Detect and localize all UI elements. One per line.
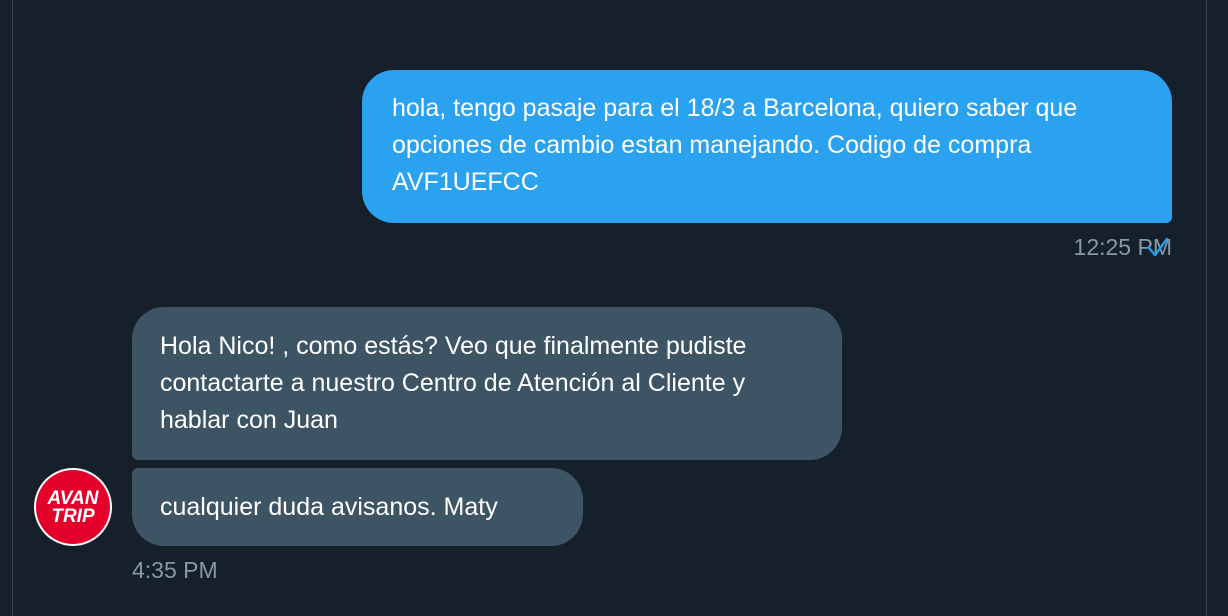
avatar-line2: TRIP <box>51 506 95 527</box>
sent-message-bubble[interactable]: hola, tengo pasaje para el 18/3 a Barcel… <box>362 70 1172 223</box>
dm-conversation: hola, tengo pasaje para el 18/3 a Barcel… <box>0 0 1228 616</box>
received-message-bubble[interactable]: Hola Nico! , como estás? Veo que finalme… <box>132 307 842 460</box>
received-message-text: Hola Nico! , como estás? Veo que finalme… <box>160 332 747 434</box>
received-message-bubble[interactable]: cualquier duda avisanos. Maty <box>132 468 583 546</box>
check-icon <box>1147 237 1169 257</box>
avatar[interactable]: AVAN TRIP <box>34 468 112 546</box>
sent-message-text: hola, tengo pasaje para el 18/3 a Barcel… <box>392 94 1078 196</box>
received-message-time: 4:35 PM <box>132 557 218 583</box>
right-divider <box>1206 0 1207 616</box>
avantrip-logo-icon: AVAN TRIP <box>36 470 110 544</box>
left-divider <box>12 0 13 616</box>
received-message-text: cualquier duda avisanos. Maty <box>160 493 498 521</box>
